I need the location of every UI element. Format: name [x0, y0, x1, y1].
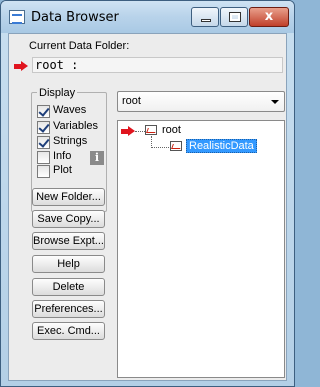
title-bar[interactable]: Data Browser x: [1, 1, 294, 33]
new-folder-button[interactable]: New Folder...: [32, 188, 105, 206]
info-icon[interactable]: i: [90, 151, 104, 165]
checkbox-label: Strings: [53, 135, 88, 147]
checkbox-box[interactable]: [37, 136, 50, 149]
preferences-button[interactable]: Preferences...: [32, 300, 105, 318]
tree-node-realisticdata[interactable]: RealisticData: [186, 139, 257, 153]
exec-cmd-button[interactable]: Exec. Cmd...: [32, 322, 105, 340]
folder-icon: [170, 141, 182, 151]
maximize-button[interactable]: [220, 7, 248, 27]
window-title: Data Browser: [31, 10, 119, 25]
minimize-button[interactable]: [191, 7, 219, 27]
tree-node-root[interactable]: root: [162, 124, 181, 136]
current-folder-path: root :: [32, 57, 283, 73]
display-legend: Display: [37, 87, 78, 99]
data-browser-window: Data Browser x Current Data Folder: root…: [0, 0, 295, 387]
checkbox-label: Plot: [53, 164, 72, 176]
checkbox-box[interactable]: [37, 151, 50, 164]
data-tree[interactable]: root RealisticData: [117, 120, 285, 378]
checkbox-label: Info: [53, 150, 72, 162]
minimize-icon: [201, 19, 211, 22]
folder-icon: [145, 125, 157, 135]
tree-connector: [135, 131, 145, 132]
checkbox-label: Variables: [53, 120, 99, 132]
red-arrow-icon: [121, 126, 135, 136]
checkbox-box[interactable]: [37, 121, 50, 134]
maximize-icon: [229, 12, 241, 22]
client-area: Current Data Folder: root : Display Wave…: [8, 33, 287, 381]
browse-expt-button[interactable]: Browse Expt...: [32, 232, 105, 250]
folder-select-value: root: [122, 95, 141, 107]
checkbox-box[interactable]: [37, 165, 50, 178]
save-copy-button[interactable]: Save Copy...: [32, 210, 105, 228]
red-arrow-icon: [14, 61, 28, 71]
folder-select[interactable]: root: [117, 91, 285, 112]
current-folder-label: Current Data Folder:: [29, 40, 130, 52]
data-browser-icon: [9, 10, 25, 24]
tree-connector: [151, 147, 169, 148]
checkbox-box[interactable]: [37, 105, 50, 118]
checkbox-label: Waves: [53, 104, 87, 116]
help-button[interactable]: Help: [32, 255, 105, 273]
delete-button[interactable]: Delete: [32, 278, 105, 296]
close-button[interactable]: x: [249, 7, 289, 27]
chevron-down-icon: [271, 100, 279, 104]
